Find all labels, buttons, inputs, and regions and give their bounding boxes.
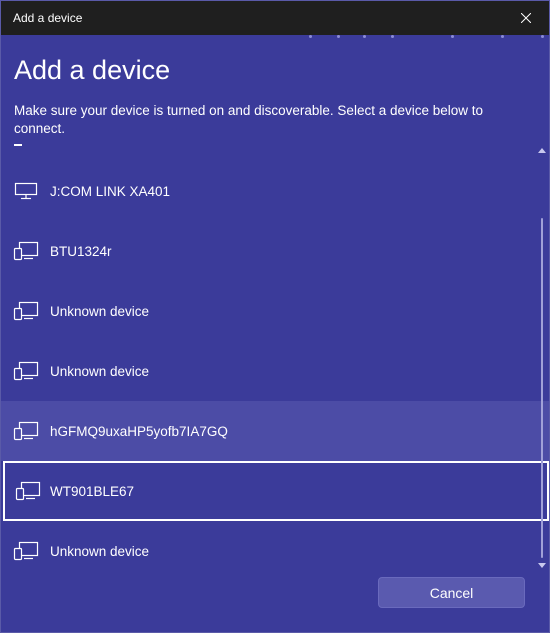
close-icon — [521, 13, 531, 23]
searching-progress-indicator — [301, 35, 549, 38]
devices-icon — [13, 241, 39, 261]
device-list: J:COM LINK XA401 BTU1324r Unknown device… — [1, 161, 549, 572]
scroll-up-arrow-icon[interactable] — [538, 146, 546, 154]
device-name: hGFMQ9uxaHP5yofb7IA7GQ — [50, 423, 228, 439]
device-name: BTU1324r — [50, 243, 112, 259]
add-device-dialog: Add a device Add a device Make sure your… — [0, 0, 550, 633]
devices-icon — [13, 361, 39, 381]
devices-icon — [13, 421, 39, 441]
device-name: Unknown device — [50, 543, 150, 559]
devices-icon — [13, 541, 39, 561]
devices-icon — [13, 301, 39, 321]
device-name: WT901BLE67 — [50, 483, 135, 499]
searching-indicator — [14, 144, 22, 146]
device-name: Unknown device — [50, 363, 150, 379]
device-item[interactable]: BTU1324r — [1, 221, 549, 281]
page-title: Add a device — [14, 55, 171, 85]
device-name: J:COM LINK XA401 — [50, 183, 171, 199]
device-item[interactable]: J:COM LINK XA401 — [1, 161, 549, 221]
device-item[interactable]: Unknown device — [1, 281, 549, 341]
device-item-selected[interactable]: WT901BLE67 — [3, 461, 549, 521]
title-bar: Add a device — [1, 1, 549, 35]
devices-icon — [15, 481, 41, 501]
window-title: Add a device — [13, 11, 83, 25]
scrollbar-thumb[interactable] — [541, 218, 543, 558]
monitor-icon — [13, 181, 39, 201]
close-button[interactable] — [503, 1, 549, 35]
instructions-text: Make sure your device is turned on and d… — [14, 103, 484, 136]
device-item[interactable]: Unknown device — [1, 521, 549, 572]
scroll-down-arrow-icon[interactable] — [538, 562, 546, 570]
device-item[interactable]: hGFMQ9uxaHP5yofb7IA7GQ — [1, 401, 549, 461]
cancel-button[interactable]: Cancel — [378, 577, 525, 608]
device-list-scrollbar[interactable] — [538, 144, 546, 574]
device-name: Unknown device — [50, 303, 150, 319]
device-item[interactable]: Unknown device — [1, 341, 549, 401]
